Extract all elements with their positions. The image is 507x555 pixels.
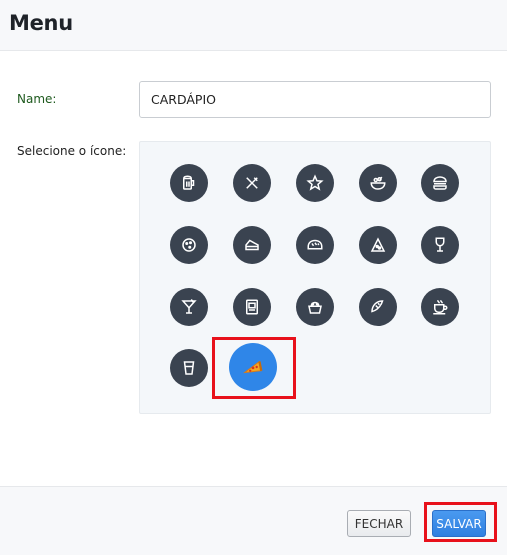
close-button[interactable]: FECHAR xyxy=(347,510,411,537)
menu-board-icon[interactable] xyxy=(233,288,271,326)
salad-bowl-icon[interactable] xyxy=(359,164,397,202)
selected-icon-highlight xyxy=(212,337,296,399)
save-button-highlight xyxy=(424,502,497,542)
cake-slice-icon[interactable] xyxy=(233,226,271,264)
fork-knife-icon[interactable] xyxy=(233,164,271,202)
name-input[interactable] xyxy=(139,81,491,118)
coffee-cup-icon[interactable] xyxy=(421,288,459,326)
dialog-title: Menu xyxy=(9,11,73,35)
burger-icon[interactable] xyxy=(421,164,459,202)
pizza-slice-icon[interactable] xyxy=(359,226,397,264)
taco-icon[interactable] xyxy=(359,288,397,326)
cookie-icon[interactable] xyxy=(170,226,208,264)
star-icon[interactable] xyxy=(296,164,334,202)
takeaway-box-icon[interactable] xyxy=(296,288,334,326)
beer-mug-icon[interactable] xyxy=(170,164,208,202)
name-label: Name: xyxy=(17,92,57,106)
cocktail-icon[interactable] xyxy=(170,288,208,326)
dialog-header: Menu xyxy=(0,0,507,51)
wine-glass-icon[interactable] xyxy=(421,226,459,264)
drink-cup-icon[interactable] xyxy=(170,349,208,387)
icon-select-label: Selecione o ícone: xyxy=(17,144,127,158)
bread-icon[interactable] xyxy=(296,226,334,264)
